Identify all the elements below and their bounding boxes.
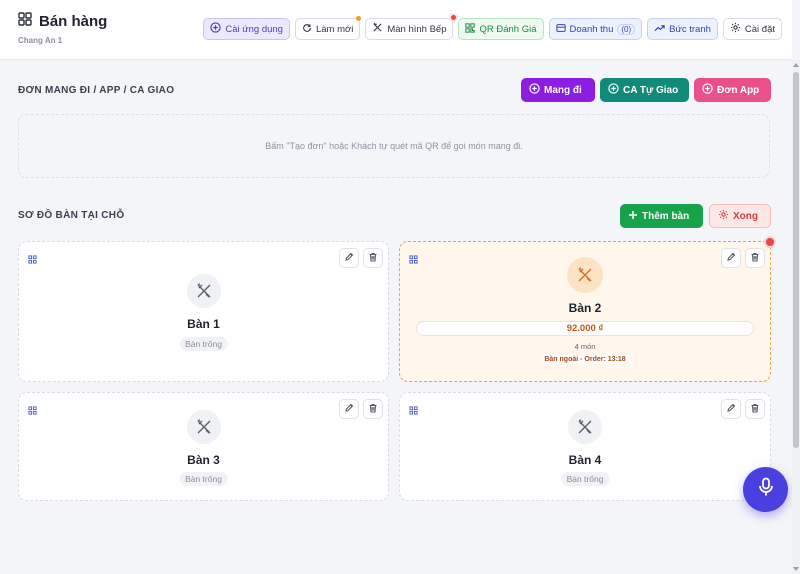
done-button[interactable]: Xong (709, 204, 771, 228)
microphone-icon (757, 477, 775, 502)
revenue-button[interactable]: Doanh thu (0) (548, 18, 643, 40)
picture-button[interactable]: Bức tranh (647, 18, 718, 40)
drag-handle-icon[interactable] (28, 402, 37, 420)
table-name: Bàn 4 (568, 453, 602, 467)
takeaway-button[interactable]: Mang đi (521, 78, 595, 102)
table-card-1[interactable]: Bàn 1 Bàn trống (18, 241, 389, 382)
drag-handle-icon[interactable] (409, 251, 418, 269)
table-status: Bàn trống (179, 337, 228, 351)
pencil-icon (344, 400, 354, 418)
trend-icon (654, 23, 665, 36)
toolbar: Cài ứng dụng Làm mới Màn hình Bếp QR Đán… (203, 13, 782, 40)
edit-table-button[interactable] (339, 399, 359, 419)
plus-circle-icon (608, 83, 619, 97)
delete-table-button[interactable] (745, 248, 765, 268)
plus-circle-icon (529, 83, 540, 97)
settings-button[interactable]: Cài đặt (722, 18, 782, 40)
page-title: Bán hàng (39, 13, 108, 30)
table-card-2[interactable]: Bàn 2 92.000 ₫ 4 món Bàn ngoài - Order: … (399, 236, 776, 382)
table-name: Bàn 1 (187, 317, 220, 331)
app-order-button[interactable]: Đơn App (694, 78, 771, 102)
kitchen-screen-button[interactable]: Màn hình Bếp (365, 13, 459, 40)
scroll-down-arrow[interactable] (793, 567, 799, 571)
add-table-button[interactable]: Thêm bàn (620, 204, 703, 228)
trash-icon (368, 249, 378, 267)
table-status: Bàn trống (179, 472, 228, 486)
takeaway-section-title: ĐƠN MANG ĐI / APP / CA GIAO (18, 85, 175, 96)
pencil-icon (344, 249, 354, 267)
self-delivery-button[interactable]: CA Tự Giao (600, 78, 689, 102)
utensils-icon (372, 22, 383, 36)
delete-table-button[interactable] (363, 248, 383, 268)
plus-circle-icon (702, 83, 713, 97)
order-info: Bàn ngoài - Order: 13:18 (540, 355, 630, 364)
trash-icon (368, 400, 378, 418)
store-name: Chang An 1 (18, 36, 63, 45)
refresh-button[interactable]: Làm mới (294, 16, 362, 40)
utensils-icon (186, 274, 221, 308)
qr-review-button[interactable]: QR Đánh Giá (458, 18, 544, 40)
table-name: Bàn 3 (187, 453, 220, 467)
app-header: Bán hàng Chang An 1 Cài ứng dụng Làm mới… (0, 0, 792, 60)
refresh-icon (302, 23, 312, 36)
drag-handle-icon[interactable] (409, 402, 418, 420)
table-name: Bàn 2 (568, 301, 602, 315)
gear-icon (730, 22, 741, 36)
item-count: 4 món (574, 342, 596, 351)
revenue-count-badge: (0) (617, 23, 636, 35)
utensils-icon (567, 257, 603, 293)
qr-code-icon (465, 22, 476, 36)
table-card-4[interactable]: Bàn 4 Bàn trống (399, 392, 771, 501)
plus-circle-icon (210, 22, 222, 36)
edit-table-button[interactable] (721, 399, 741, 419)
notification-dot (356, 16, 362, 21)
trash-icon (750, 249, 760, 267)
utensils-icon (186, 410, 221, 444)
delete-table-button[interactable] (363, 399, 383, 419)
table-status: Bàn trống (560, 472, 610, 486)
wallet-icon (555, 23, 566, 36)
pencil-icon (726, 249, 736, 267)
scroll-up-arrow[interactable] (793, 63, 799, 67)
alert-dot (764, 236, 776, 248)
order-total: 92.000 ₫ (416, 321, 754, 336)
drag-handle-icon[interactable] (28, 251, 37, 269)
delete-table-button[interactable] (745, 399, 765, 419)
edit-table-button[interactable] (721, 248, 741, 268)
pencil-icon (726, 400, 736, 418)
voice-input-button[interactable] (743, 467, 788, 512)
alert-dot (449, 13, 459, 22)
plus-icon (628, 210, 638, 223)
trash-icon (750, 400, 760, 418)
brand: Bán hàng Chang An 1 (18, 12, 107, 45)
edit-table-button[interactable] (339, 248, 359, 268)
table-card-3[interactable]: Bàn 3 Bàn trống (18, 392, 389, 501)
scrollbar-thumb[interactable] (793, 72, 799, 448)
takeaway-empty-state: Bấm "Tạo đơn" hoặc Khách tự quét mã QR đ… (18, 114, 770, 178)
grid-icon (18, 12, 32, 31)
install-app-button[interactable]: Cài ứng dụng (203, 18, 290, 40)
utensils-icon (568, 410, 602, 444)
gear-icon (718, 209, 729, 223)
dine-in-section-title: SƠ ĐỒ BÀN TẠI CHỖ (18, 210, 125, 221)
